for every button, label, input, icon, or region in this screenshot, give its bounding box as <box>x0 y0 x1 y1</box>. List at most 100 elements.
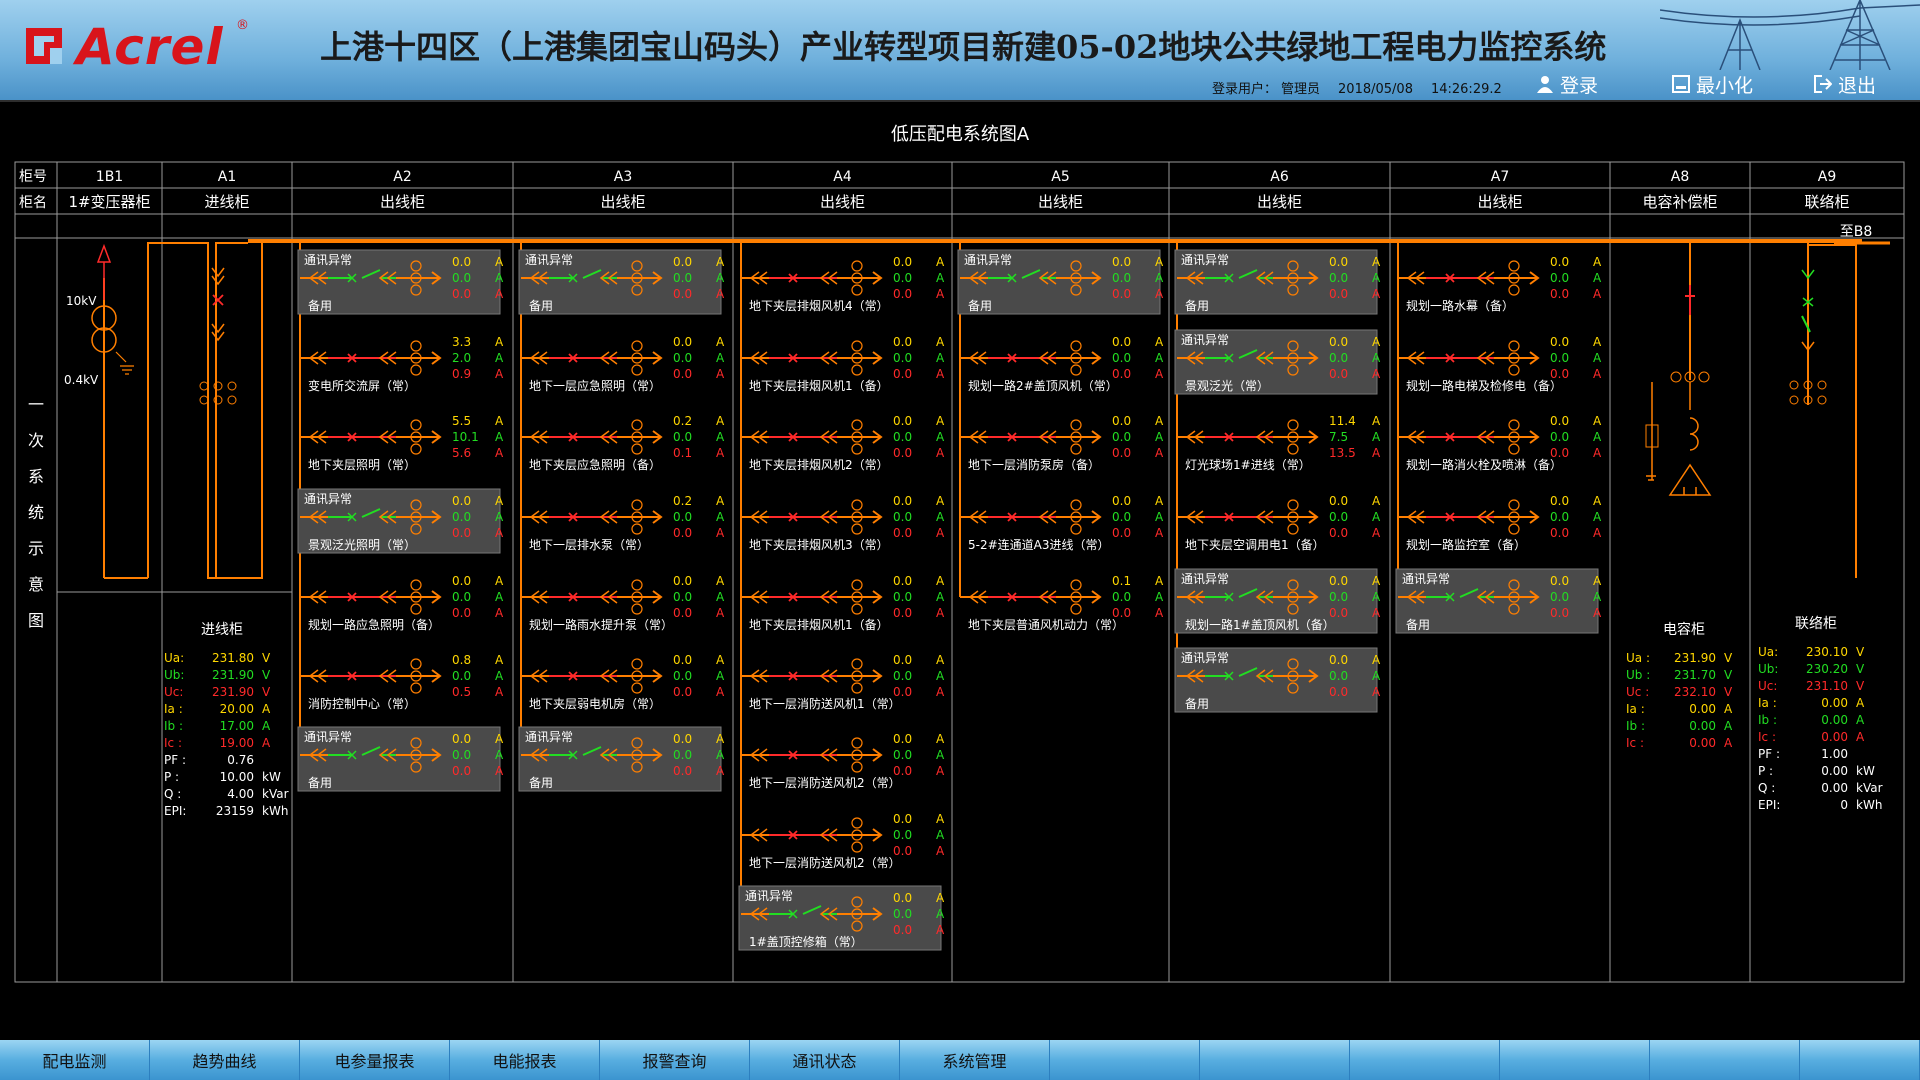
comm-error-label: 通讯异常 <box>1402 572 1450 586</box>
unit-label: A <box>1593 287 1602 301</box>
side-label-char: 统 <box>28 503 44 522</box>
nav-button-3[interactable]: 电能报表 <box>450 1040 600 1080</box>
meter-unit: kWh <box>262 804 288 818</box>
phase-b-current: 0.0 <box>893 828 912 842</box>
meter-value: 1.00 <box>1821 747 1848 761</box>
feeder-name: 备用 <box>1185 299 1209 313</box>
feeder-name: 景观泛光照明（常） <box>308 538 416 552</box>
unit-label: A <box>495 590 504 604</box>
comm-error-label: 通讯异常 <box>745 889 793 903</box>
meter-unit: V <box>1856 679 1865 693</box>
unit-label: A <box>1372 526 1381 540</box>
meter-unit: V <box>1856 645 1865 659</box>
bottom-nav: 配电监测 趋势曲线 电参量报表 电能报表 报警查询 通讯状态 系统管理 <box>0 1040 1920 1080</box>
meter-value: 231.80 <box>212 651 254 665</box>
meter-label: Ic : <box>1758 730 1776 744</box>
unit-label: A <box>936 574 945 588</box>
nav-button-4[interactable]: 报警查询 <box>600 1040 750 1080</box>
nav-button-empty-10[interactable] <box>1500 1040 1650 1080</box>
feeder-branch: 0.00.00.0AAA地下夹层空调用电1（备） <box>1177 494 1381 552</box>
meter-label: Ic : <box>164 736 182 750</box>
unit-label: A <box>1372 574 1381 588</box>
lv-rating-label: 0.4kV <box>64 373 99 387</box>
meter-unit: V <box>1724 668 1733 682</box>
unit-label: A <box>1155 574 1164 588</box>
nav-button-empty-9[interactable] <box>1350 1040 1500 1080</box>
login-button[interactable]: 登录 <box>1536 72 1598 97</box>
nav-button-empty-12[interactable] <box>1800 1040 1920 1080</box>
feeder-branch: 通讯异常 0.00.00.0AAA备用 <box>297 249 504 315</box>
unit-label: A <box>1372 255 1381 269</box>
header-bar: Acrel ® 上港十四区（上港集团宝山码头）产业转型项目新建05-02地块公共… <box>0 0 1920 100</box>
ct-icon <box>199 381 209 391</box>
nav-button-2[interactable]: 电参量报表 <box>300 1040 450 1080</box>
incoming-bus-loop <box>147 242 248 579</box>
exit-button[interactable]: 退出 <box>1814 72 1876 97</box>
unit-label: A <box>1372 494 1381 508</box>
phase-b-current: 2.0 <box>452 351 471 365</box>
meter-value: 0.00 <box>1821 730 1848 744</box>
unit-label: A <box>716 526 725 540</box>
meter-unit: kW <box>1856 764 1875 778</box>
meter-label: Uc: <box>164 685 183 699</box>
unit-label: A <box>936 828 945 842</box>
phase-a-current: 0.0 <box>1550 574 1569 588</box>
ct-icon <box>851 419 863 431</box>
phase-a-current: 0.2 <box>673 494 692 508</box>
incoming-meter-title: 进线柜 <box>201 622 243 638</box>
feeder-branch: 0.00.00.0AAA规划一路监控室（备） <box>1398 494 1602 552</box>
cabinet-name-A4: 出线柜 <box>820 193 865 211</box>
ct-icon <box>851 364 863 376</box>
comm-error-label: 通讯异常 <box>304 253 352 267</box>
comm-error-label: 通讯异常 <box>304 492 352 506</box>
nav-button-empty-8[interactable] <box>1200 1040 1350 1080</box>
unit-label: A <box>1155 367 1164 381</box>
nav-button-0[interactable]: 配电监测 <box>0 1040 150 1080</box>
unit-label: A <box>936 844 945 858</box>
unit-label: A <box>716 732 725 746</box>
ground-icon <box>120 365 134 375</box>
minimize-button[interactable]: 最小化 <box>1672 72 1753 97</box>
nav-button-empty-11[interactable] <box>1650 1040 1800 1080</box>
meter-unit: A <box>262 702 271 716</box>
meter-label: Ua: <box>164 651 184 665</box>
meter-unit: A <box>1724 736 1733 750</box>
unit-label: A <box>1155 255 1164 269</box>
unit-label: A <box>716 748 725 762</box>
unit-label: A <box>716 351 725 365</box>
unit-label: A <box>1372 430 1381 444</box>
phase-a-current: 0.1 <box>1112 574 1131 588</box>
nav-button-empty-7[interactable] <box>1050 1040 1200 1080</box>
ct-icon <box>410 682 422 694</box>
unit-label: A <box>495 351 504 365</box>
side-label-char: 示 <box>28 539 44 558</box>
ct-icon <box>851 603 863 615</box>
phase-a-current: 0.0 <box>893 574 912 588</box>
unit-label: A <box>716 669 725 683</box>
unit-label: A <box>1155 351 1164 365</box>
nav-button-1[interactable]: 趋势曲线 <box>150 1040 300 1080</box>
unit-label: A <box>1593 494 1602 508</box>
ct-icon <box>851 523 863 535</box>
nav-button-5[interactable]: 通讯状态 <box>750 1040 900 1080</box>
feeder-branch: 0.00.00.0AAA地下一层应急照明（常） <box>521 335 725 393</box>
unit-label: A <box>1155 590 1164 604</box>
side-label-char: 次 <box>28 431 44 450</box>
phase-a-current: 0.0 <box>673 255 692 269</box>
unit-label: A <box>716 446 725 460</box>
ct-icon <box>631 364 643 376</box>
phase-a-current: 0.2 <box>673 414 692 428</box>
meter-label: P : <box>1758 764 1773 778</box>
feeder-branch: 通讯异常 0.00.00.0AAA备用 <box>518 249 725 315</box>
ct-icon <box>851 761 863 773</box>
nav-button-6[interactable]: 系统管理 <box>900 1040 1050 1080</box>
comm-error-label: 通讯异常 <box>304 730 352 744</box>
ct-icon <box>410 603 422 615</box>
logo-registered-mark: ® <box>236 18 249 33</box>
phase-c-current: 0.0 <box>1112 287 1131 301</box>
meter-label: Ib : <box>1758 713 1777 727</box>
feeder-name: 1#盖顶控修箱（常） <box>749 934 863 949</box>
unit-label: A <box>495 271 504 285</box>
unit-label: A <box>936 287 945 301</box>
feeder-branch: 通讯异常 0.00.00.0AAA备用 <box>518 726 725 792</box>
